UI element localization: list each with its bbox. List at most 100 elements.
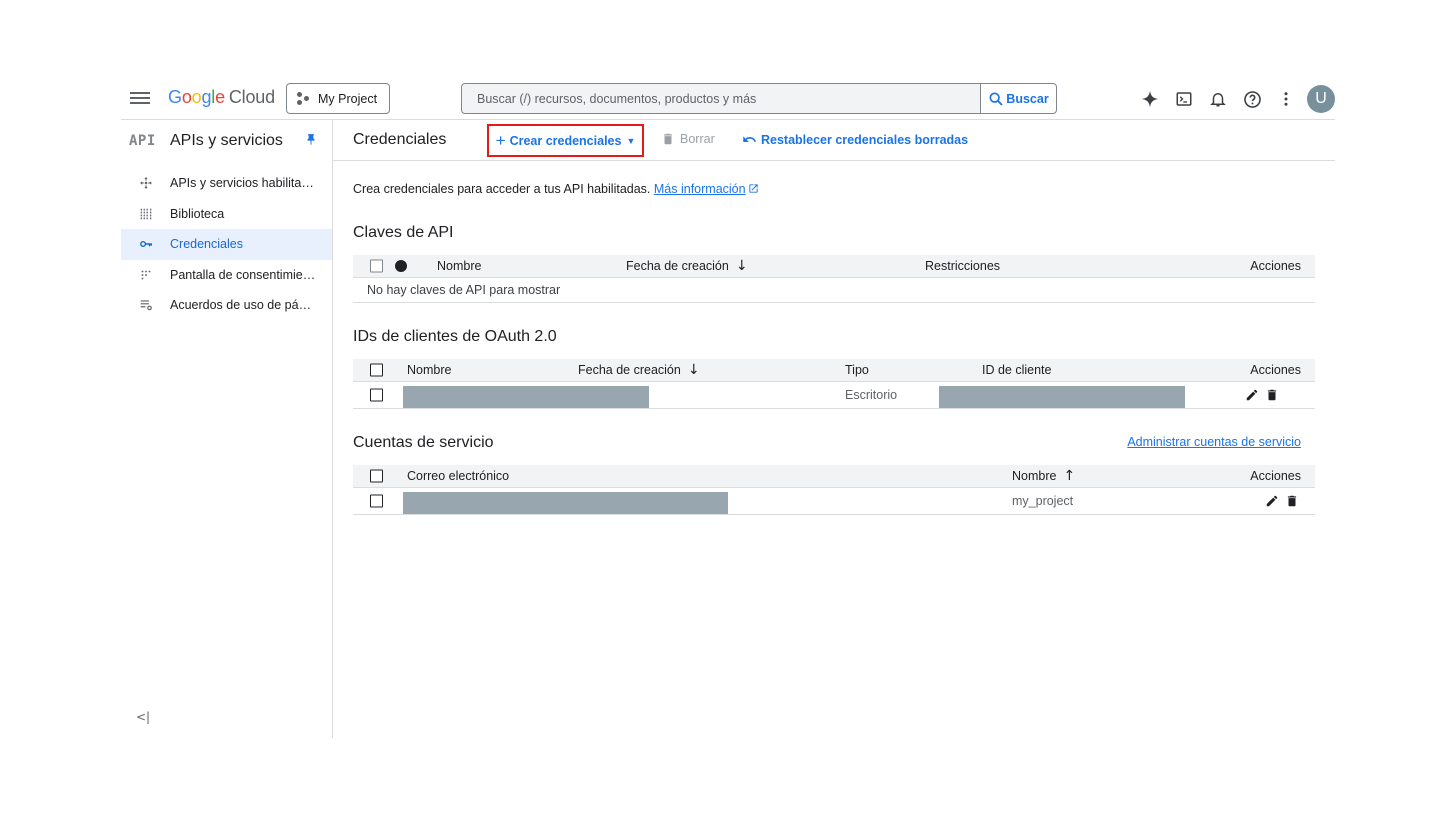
- sidebar-item-consent-screen[interactable]: Pantalla de consentimiento de OAuth: [121, 260, 332, 291]
- api-keys-title: Claves de API: [353, 224, 454, 241]
- create-credentials-button[interactable]: + Crear credenciales ▼: [487, 124, 644, 157]
- project-label: My Project: [318, 91, 378, 106]
- manage-service-accounts-link[interactable]: Administrar cuentas de servicio: [1127, 435, 1301, 449]
- status-dot-icon: [395, 260, 407, 272]
- top-icons: U: [1133, 85, 1335, 113]
- column-header-label: Fecha de creación: [578, 363, 681, 377]
- table-header: Correo electrónico Nombre ↑ Acciones: [353, 465, 1315, 488]
- agreements-icon: [121, 298, 170, 312]
- restore-deleted-credentials-button[interactable]: Restablecer credenciales borradas: [742, 132, 968, 147]
- pin-icon[interactable]: [304, 133, 318, 152]
- table-row: my_project: [353, 488, 1315, 515]
- api-logo-icon: API: [129, 132, 156, 149]
- client-type: Escritorio: [845, 388, 898, 402]
- sidebar-item-library[interactable]: Biblioteca: [121, 199, 332, 230]
- enabled-apis-icon: [121, 176, 170, 190]
- google-cloud-logo[interactable]: Google Cloud: [168, 87, 275, 108]
- empty-message: No hay claves de API para mostrar: [367, 283, 561, 297]
- collapse-sidebar-icon[interactable]: <|: [136, 710, 150, 724]
- search-button-label: Buscar: [1006, 91, 1049, 106]
- sidebar-header: API APIs y servicios: [121, 120, 332, 161]
- search-bar: Buscar: [461, 83, 1057, 114]
- delete-label: Borrar: [680, 132, 715, 146]
- row-checkbox[interactable]: [370, 388, 383, 402]
- logo-letter: e: [215, 87, 225, 107]
- sort-down-icon: ↓: [735, 258, 748, 274]
- sidebar-item-label: Credenciales: [170, 237, 243, 252]
- oauth-title: IDs de clientes de OAuth 2.0: [353, 328, 557, 345]
- intro-description: Crea credenciales para acceder a tus API…: [353, 182, 651, 196]
- notifications-icon[interactable]: [1201, 85, 1235, 113]
- sidebar-item-label: Biblioteca: [170, 206, 225, 221]
- table-row: Escritorio: [353, 382, 1315, 409]
- search-input[interactable]: [462, 84, 980, 113]
- api-keys-table: Nombre Fecha de creación ↓ Restricciones …: [353, 255, 1315, 303]
- column-header-created[interactable]: Fecha de creación ↓: [578, 362, 700, 378]
- sidebar-item-page-agreements[interactable]: Acuerdos de uso de páginas: [121, 290, 332, 321]
- column-header-label: Fecha de creación: [626, 259, 729, 273]
- service-account-name: my_project: [1012, 494, 1074, 508]
- service-accounts-table: Correo electrónico Nombre ↑ Acciones my_p…: [353, 465, 1315, 515]
- select-all-checkbox[interactable]: [370, 363, 383, 377]
- redacted-email: [403, 492, 728, 514]
- sidebar-item-label: Acuerdos de uso de páginas: [170, 298, 329, 313]
- sidebar-item-enabled-apis[interactable]: APIs y servicios habilitados: [121, 168, 332, 199]
- sidebar-item-credentials[interactable]: Credenciales: [121, 229, 332, 260]
- select-all-checkbox[interactable]: [370, 259, 383, 273]
- logo-cloud-text: Cloud: [228, 87, 275, 107]
- redacted-client-name: [403, 386, 649, 408]
- action-bar: Credenciales + Crear credenciales ▼ Borr…: [333, 120, 1335, 161]
- learn-more-link[interactable]: Más información: [654, 182, 759, 196]
- help-icon[interactable]: [1235, 85, 1269, 113]
- column-header-actions: Acciones: [1250, 469, 1301, 483]
- search-icon: [989, 92, 1003, 106]
- menu-icon[interactable]: [129, 87, 151, 109]
- logo-letter: o: [181, 87, 192, 107]
- gemini-icon[interactable]: [1133, 85, 1167, 113]
- delete-button[interactable]: Borrar: [661, 132, 715, 146]
- logo-letter: o: [191, 87, 202, 107]
- sidebar: API APIs y servicios APIs y servicios ha…: [121, 120, 333, 738]
- avatar[interactable]: U: [1307, 85, 1335, 113]
- trash-icon[interactable]: [1265, 388, 1279, 402]
- logo-letter: g: [201, 87, 212, 107]
- column-header-created[interactable]: Fecha de creación ↓: [626, 258, 748, 274]
- sort-up-icon: ↑: [1063, 468, 1076, 484]
- trash-icon: [663, 133, 673, 145]
- column-header-name[interactable]: Nombre: [437, 259, 481, 273]
- project-picker-button[interactable]: My Project: [286, 83, 390, 114]
- column-header-name[interactable]: Nombre ↑: [1012, 468, 1075, 484]
- trash-icon[interactable]: [1285, 494, 1299, 508]
- undo-icon: [743, 136, 757, 142]
- create-credentials-label: Crear credenciales: [509, 133, 622, 148]
- edit-icon[interactable]: [1245, 388, 1259, 402]
- sidebar-nav: APIs y servicios habilitados Biblioteca …: [121, 168, 332, 321]
- learn-more-label: Más información: [653, 182, 746, 196]
- select-all-checkbox[interactable]: [370, 469, 383, 483]
- edit-icon[interactable]: [1265, 494, 1279, 508]
- dropdown-arrow-icon: ▼: [626, 135, 636, 146]
- column-header-client-id[interactable]: ID de cliente: [982, 363, 1051, 377]
- more-vert-icon[interactable]: [1269, 85, 1303, 113]
- column-header-actions: Acciones: [1250, 259, 1301, 273]
- redacted-client-id: [939, 386, 1185, 408]
- key-icon: [121, 237, 170, 251]
- column-header-type[interactable]: Tipo: [845, 363, 869, 377]
- service-accounts-title: Cuentas de servicio: [353, 434, 494, 451]
- consent-icon: [121, 268, 170, 282]
- table-empty-row: No hay claves de API para mostrar: [353, 278, 1315, 303]
- column-header-email[interactable]: Correo electrónico: [407, 469, 509, 483]
- page-title: Credenciales: [353, 131, 447, 148]
- column-header-name[interactable]: Nombre: [407, 363, 451, 377]
- sidebar-title: APIs y servicios: [170, 131, 283, 149]
- column-header-label: Nombre: [1012, 469, 1057, 483]
- project-icon: [297, 92, 310, 105]
- search-button[interactable]: Buscar: [980, 84, 1056, 113]
- row-checkbox[interactable]: [370, 494, 383, 508]
- intro-text: Crea credenciales para acceder a tus API…: [353, 182, 759, 196]
- table-header: Nombre Fecha de creación ↓ Restricciones …: [353, 255, 1315, 278]
- cloud-shell-icon[interactable]: [1167, 85, 1201, 113]
- column-header-restrictions[interactable]: Restricciones: [925, 259, 1000, 273]
- restore-label: Restablecer credenciales borradas: [761, 132, 969, 147]
- sidebar-item-label: Pantalla de consentimiento de OAuth: [170, 267, 332, 282]
